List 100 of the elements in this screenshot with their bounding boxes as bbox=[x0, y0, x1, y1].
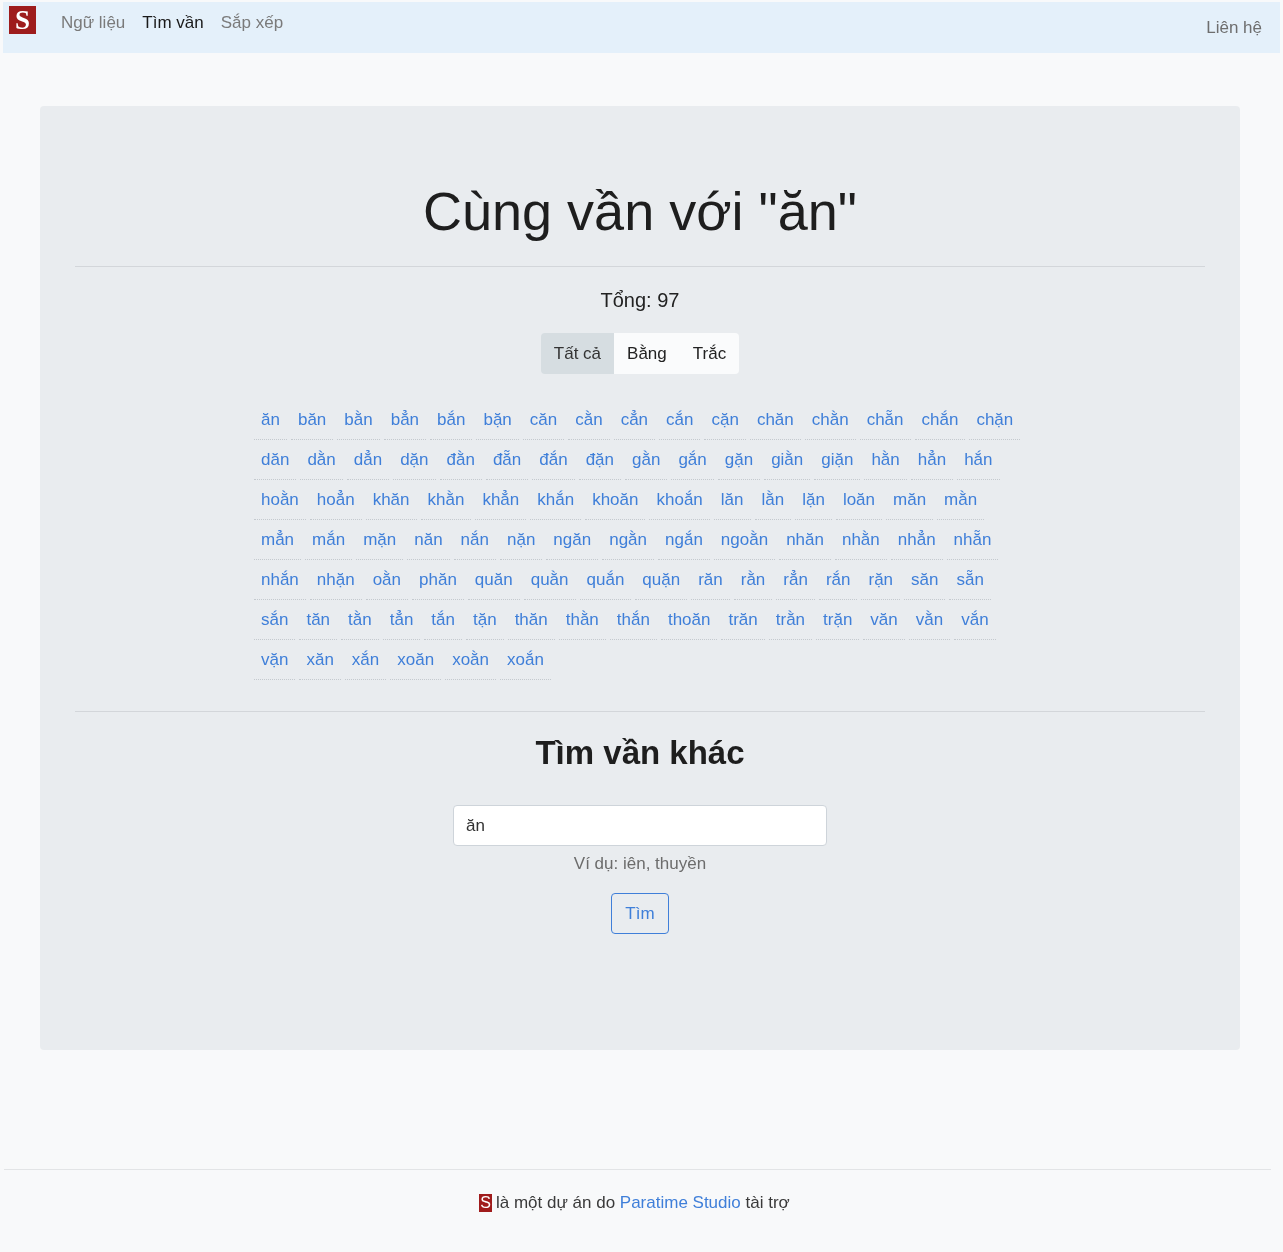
rhyme-word-link[interactable]: vằn bbox=[908, 602, 951, 640]
rhyme-word-link[interactable]: dặn bbox=[393, 442, 436, 480]
rhyme-word-link[interactable]: mẳn bbox=[254, 522, 302, 560]
rhyme-word-link[interactable]: gằn bbox=[625, 442, 668, 480]
paratime-link[interactable]: Paratime Studio bbox=[619, 1193, 741, 1212]
rhyme-word-link[interactable]: dăn bbox=[254, 442, 297, 480]
rhyme-word-link[interactable]: săn bbox=[904, 562, 946, 600]
rhyme-word-link[interactable]: quăn bbox=[467, 562, 520, 600]
rhyme-word-link[interactable]: mắn bbox=[305, 522, 353, 560]
rhyme-word-link[interactable]: cẳn bbox=[613, 402, 656, 440]
rhyme-word-link[interactable]: răn bbox=[691, 562, 730, 600]
rhyme-input[interactable]: ăn bbox=[453, 805, 827, 846]
rhyme-word-link[interactable]: hằn bbox=[864, 442, 907, 480]
rhyme-word-link[interactable]: lặn bbox=[795, 482, 832, 520]
rhyme-word-link[interactable]: ngoằn bbox=[713, 522, 776, 560]
rhyme-word-link[interactable]: lăn bbox=[713, 482, 751, 520]
rhyme-word-link[interactable]: căn bbox=[522, 402, 565, 440]
rhyme-word-link[interactable]: văn bbox=[863, 602, 905, 640]
rhyme-word-link[interactable]: dằn bbox=[300, 442, 343, 480]
rhyme-word-link[interactable]: đắn bbox=[532, 442, 575, 480]
rhyme-word-link[interactable]: trăn bbox=[721, 602, 765, 640]
rhyme-word-link[interactable]: bặn bbox=[476, 402, 519, 440]
rhyme-word-link[interactable]: khoắn bbox=[649, 482, 710, 520]
rhyme-word-link[interactable]: rẳn bbox=[776, 562, 815, 600]
rhyme-word-link[interactable]: xoắn bbox=[500, 642, 551, 680]
rhyme-word-link[interactable]: dẳn bbox=[346, 442, 390, 480]
rhyme-word-link[interactable]: nắn bbox=[453, 522, 496, 560]
rhyme-word-link[interactable]: khăn bbox=[365, 482, 417, 520]
rhyme-word-link[interactable]: hoằn bbox=[254, 482, 306, 520]
rhyme-word-link[interactable]: bẳn bbox=[383, 402, 427, 440]
rhyme-word-link[interactable]: cằn bbox=[568, 402, 610, 440]
rhyme-word-link[interactable]: tặn bbox=[466, 602, 504, 640]
rhyme-word-link[interactable]: nhẳn bbox=[890, 522, 943, 560]
rhyme-word-link[interactable]: nặn bbox=[500, 522, 543, 560]
rhyme-word-link[interactable]: ngằn bbox=[602, 522, 654, 560]
contact-link[interactable]: Liên hệ bbox=[1206, 17, 1262, 38]
rhyme-word-link[interactable]: tẳn bbox=[382, 602, 421, 640]
rhyme-word-link[interactable]: xăn bbox=[299, 642, 341, 680]
rhyme-word-link[interactable]: vắn bbox=[954, 602, 996, 640]
rhyme-word-link[interactable]: khằn bbox=[420, 482, 472, 520]
rhyme-word-link[interactable]: xoằn bbox=[445, 642, 496, 680]
rhyme-word-link[interactable]: hẳn bbox=[910, 442, 954, 480]
rhyme-word-link[interactable]: băn bbox=[290, 402, 334, 440]
rhyme-word-link[interactable]: nhẵn bbox=[946, 522, 999, 560]
rhyme-word-link[interactable]: nhắn bbox=[254, 562, 306, 600]
rhyme-word-link[interactable]: xoăn bbox=[390, 642, 442, 680]
rhyme-word-link[interactable]: ăn bbox=[254, 402, 287, 440]
rhyme-word-link[interactable]: rắn bbox=[818, 562, 858, 600]
rhyme-word-link[interactable]: giặn bbox=[814, 442, 861, 480]
rhyme-word-link[interactable]: giằn bbox=[764, 442, 811, 480]
rhyme-word-link[interactable]: năn bbox=[407, 522, 450, 560]
rhyme-word-link[interactable]: đặn bbox=[578, 442, 621, 480]
rhyme-word-link[interactable]: lằn bbox=[754, 482, 792, 520]
rhyme-word-link[interactable]: quặn bbox=[635, 562, 688, 600]
rhyme-word-link[interactable]: khẳn bbox=[475, 482, 527, 520]
rhyme-word-link[interactable]: mặn bbox=[356, 522, 404, 560]
rhyme-word-link[interactable]: sẵn bbox=[949, 562, 991, 600]
rhyme-word-link[interactable]: khoăn bbox=[585, 482, 646, 520]
rhyme-word-link[interactable]: ngắn bbox=[658, 522, 710, 560]
rhyme-word-link[interactable]: chăn bbox=[749, 402, 801, 440]
rhyme-word-link[interactable]: cắn bbox=[659, 402, 701, 440]
rhyme-word-link[interactable]: chẵn bbox=[859, 402, 911, 440]
rhyme-word-link[interactable]: nhằn bbox=[834, 522, 887, 560]
rhyme-word-link[interactable]: quắn bbox=[579, 562, 632, 600]
rhyme-word-link[interactable]: thằn bbox=[558, 602, 606, 640]
rhyme-word-link[interactable]: oằn bbox=[365, 562, 409, 600]
rhyme-word-link[interactable]: hắn bbox=[957, 442, 1000, 480]
rhyme-word-link[interactable]: gắn bbox=[671, 442, 714, 480]
nav-link[interactable]: Tìm vần bbox=[142, 12, 204, 33]
rhyme-word-link[interactable]: tăn bbox=[299, 602, 338, 640]
rhyme-word-link[interactable]: gặn bbox=[717, 442, 761, 480]
rhyme-word-link[interactable]: chặn bbox=[969, 402, 1021, 440]
rhyme-word-link[interactable]: rặn bbox=[861, 562, 901, 600]
nav-link[interactable]: Sắp xếp bbox=[220, 12, 284, 33]
rhyme-word-link[interactable]: thăn bbox=[507, 602, 555, 640]
rhyme-word-link[interactable]: đằn bbox=[439, 442, 482, 480]
rhyme-word-link[interactable]: tắn bbox=[424, 602, 462, 640]
rhyme-word-link[interactable]: sắn bbox=[254, 602, 296, 640]
brand-logo[interactable]: S bbox=[9, 6, 36, 34]
rhyme-word-link[interactable]: xắn bbox=[344, 642, 387, 680]
search-button[interactable]: Tìm bbox=[611, 893, 669, 934]
filter-tab[interactable]: Tất cả bbox=[540, 333, 615, 374]
rhyme-word-link[interactable]: ngăn bbox=[546, 522, 599, 560]
rhyme-word-link[interactable]: trằn bbox=[768, 602, 813, 640]
rhyme-word-link[interactable]: đẵn bbox=[485, 442, 529, 480]
nav-link[interactable]: Ngữ liệu bbox=[61, 12, 126, 33]
rhyme-word-link[interactable]: nhặn bbox=[309, 562, 362, 600]
rhyme-word-link[interactable]: rằn bbox=[733, 562, 773, 600]
filter-tab[interactable]: Bằng bbox=[614, 333, 680, 374]
rhyme-word-link[interactable]: khắn bbox=[530, 482, 582, 520]
rhyme-word-link[interactable]: thắn bbox=[609, 602, 657, 640]
rhyme-word-link[interactable]: vặn bbox=[254, 642, 296, 680]
rhyme-word-link[interactable]: cặn bbox=[704, 402, 746, 440]
rhyme-word-link[interactable]: bắn bbox=[430, 402, 473, 440]
rhyme-word-link[interactable]: trặn bbox=[816, 602, 860, 640]
rhyme-word-link[interactable]: bằn bbox=[337, 402, 380, 440]
rhyme-word-link[interactable]: quằn bbox=[523, 562, 576, 600]
rhyme-word-link[interactable]: chắn bbox=[914, 402, 966, 440]
rhyme-word-link[interactable]: phăn bbox=[412, 562, 464, 600]
rhyme-word-link[interactable]: măn bbox=[886, 482, 934, 520]
